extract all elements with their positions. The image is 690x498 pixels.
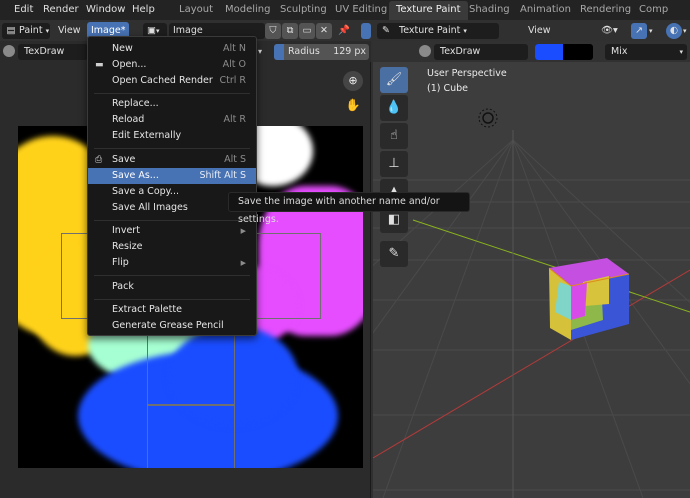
close-icon[interactable]: ✕ (316, 23, 332, 39)
perspective-label: User Perspective (427, 68, 507, 79)
menu-help[interactable]: Help (132, 0, 155, 20)
gizmo-icon[interactable]: ↗ (631, 23, 647, 39)
tab-sculpting[interactable]: Sculpting (273, 1, 334, 20)
editor-toggle-icon[interactable] (361, 23, 371, 39)
menu-item-generate-grease-pencil[interactable]: Generate Grease Pencil (88, 318, 256, 334)
viewport-tool-settings: TexDraw Mix ▾ (373, 41, 690, 62)
menu-item-open-cached-render[interactable]: Open Cached Render Ctrl R (88, 73, 256, 89)
blend-mode-label: Mix (611, 46, 628, 57)
chevron-down-icon: ▾ (463, 27, 467, 35)
menu-separator (94, 93, 250, 94)
folder-icon: ▬ (95, 60, 104, 70)
pin-icon[interactable]: 📌 (337, 23, 351, 39)
menu-item-new[interactable]: New Alt N (88, 41, 256, 57)
tab-layout[interactable]: Layout (172, 1, 220, 20)
clone-stamp-icon[interactable]: ⊥ (380, 151, 408, 177)
chevron-down-icon: ▾ (155, 27, 160, 35)
viewport-header: ✎ Texture Paint ▾ View 👁▾ ↗ ▾ ◐ ▾ (373, 20, 690, 41)
visibility-icon[interactable]: 👁▾ (601, 23, 627, 39)
brush-icon[interactable] (419, 45, 431, 57)
blend-mode-dropdown[interactable]: Mix ▾ (605, 44, 687, 60)
smear-icon[interactable]: ☝ (380, 123, 408, 149)
menu-item-invert[interactable]: Invert ▶ (88, 223, 256, 239)
brush-icon[interactable] (3, 45, 15, 57)
tab-animation[interactable]: Animation (513, 1, 578, 20)
save-icon: ⎙ (95, 155, 103, 165)
tab-compositing[interactable]: Comp (632, 1, 675, 20)
menu-item-open[interactable]: ▬ Open... Alt O (88, 57, 256, 73)
chevron-down-icon[interactable]: ▾ (649, 23, 659, 39)
mode-label: Paint (19, 25, 43, 36)
tab-shading[interactable]: Shading (462, 1, 517, 20)
annotate-icon[interactable]: ✎ (380, 241, 408, 267)
draw-brush-icon[interactable]: 🖌 (380, 67, 408, 93)
menu-item-edit-externally[interactable]: Edit Externally (88, 128, 256, 144)
image-menu-dropdown: New Alt N ▬ Open... Alt O Open Cached Rende… (87, 36, 257, 336)
light-icon (478, 108, 498, 128)
cube-front-face-magenta (571, 282, 587, 320)
hand-pan-icon[interactable]: ✋ (343, 95, 363, 115)
soften-icon[interactable]: 💧 (380, 95, 408, 121)
menu-window[interactable]: Window (86, 0, 125, 20)
tab-rendering[interactable]: Rendering (573, 1, 638, 20)
paint-mode-icon: ▤ (6, 25, 16, 36)
viewport-mode-dropdown[interactable]: ✎ Texture Paint ▾ (377, 23, 499, 39)
painted-cube[interactable] (548, 258, 630, 340)
open-folder-icon[interactable]: ▭ (299, 23, 315, 39)
duplicate-icon[interactable]: ⧉ (282, 23, 298, 39)
tool-shelf: 🖌 💧 ☝ ⊥ ▲ ◧ ✎ (375, 64, 413, 274)
3d-viewport[interactable]: ✎ Texture Paint ▾ View 👁▾ ↗ ▾ ◐ ▾ TexDra… (373, 20, 690, 498)
top-bar: Edit Render Window Help Layout Modeling … (0, 0, 690, 20)
viewport-view-menu[interactable]: View (528, 23, 551, 39)
x-axis-line (373, 269, 690, 459)
overlay-icon[interactable]: ◐ (666, 23, 682, 39)
chevron-down-icon: ▾ (679, 48, 683, 56)
brush-color-fill (535, 44, 563, 60)
brush-mode-icon: ✎ (382, 25, 390, 36)
fake-user-icon[interactable]: ⛉ (265, 23, 281, 39)
radius-label: Radius (288, 46, 320, 57)
radius-slider[interactable]: Radius 129 px (274, 44, 369, 60)
uv-island-outline (147, 405, 235, 468)
menu-item-save-as[interactable]: Save As... Shift Alt S (88, 168, 256, 184)
view-menu[interactable]: View (58, 23, 81, 39)
menu-item-extract-palette[interactable]: Extract Palette (88, 302, 256, 318)
menu-item-reload[interactable]: Reload Alt R (88, 112, 256, 128)
mode-dropdown[interactable]: ▤ Paint ▾ (2, 23, 50, 39)
menu-separator (94, 275, 250, 276)
tab-modeling[interactable]: Modeling (218, 1, 278, 20)
brush-color-swatch[interactable] (535, 44, 593, 60)
menu-item-flip[interactable]: Flip ▶ (88, 255, 256, 271)
grid-floor (373, 108, 690, 498)
tab-uv-editing[interactable]: UV Editing (328, 1, 394, 20)
chevron-down-icon: ▾ (45, 27, 50, 35)
submenu-arrow-icon: ▶ (240, 259, 246, 267)
menu-item-replace[interactable]: Replace... (88, 96, 256, 112)
menu-item-save[interactable]: ⎙ Save Alt S (88, 152, 256, 168)
menu-item-resize[interactable]: Resize (88, 239, 256, 255)
tooltip: Save the image with another name and/or … (228, 192, 470, 225)
image-icon: ▣ (147, 25, 156, 36)
brush-name-field[interactable]: TexDraw (18, 44, 88, 60)
menu-separator (94, 220, 250, 221)
menu-separator (94, 148, 250, 149)
menu-item-pack[interactable]: Pack (88, 279, 256, 295)
viewport-mode-label: Texture Paint (399, 25, 461, 36)
radius-value: 129 px (333, 46, 366, 57)
zoom-icon[interactable]: ⊕ (343, 71, 363, 91)
viewport-brush-name[interactable]: TexDraw (434, 44, 528, 60)
tab-texture-paint[interactable]: Texture Paint (389, 1, 468, 20)
menu-separator (94, 299, 250, 300)
chevron-down-icon[interactable]: ▾ (258, 44, 270, 60)
menu-edit[interactable]: Edit (14, 0, 33, 20)
chevron-down-icon[interactable]: ▾ (683, 23, 690, 39)
menu-render[interactable]: Render (43, 0, 79, 20)
radius-fill (274, 44, 284, 60)
object-label: (1) Cube (427, 83, 469, 94)
